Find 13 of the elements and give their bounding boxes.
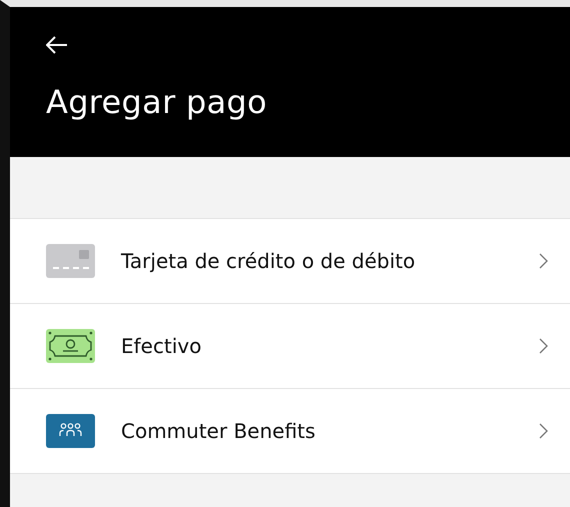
card-icon: [46, 244, 95, 278]
payment-method-label: Commuter Benefits: [121, 419, 316, 443]
payment-method-item[interactable]: Commuter Benefits: [10, 389, 570, 474]
page-title: Agregar pago: [46, 83, 268, 121]
chevron-icon: [539, 253, 548, 269]
chevron-icon: [539, 338, 548, 354]
payment-method-item[interactable]: Efectivo: [10, 304, 570, 389]
chevron-icon: [539, 423, 548, 439]
payment-method-label: Efectivo: [121, 334, 202, 358]
people-icon: [46, 414, 95, 448]
payment-method-item[interactable]: Tarjeta de crédito o de débito: [10, 219, 570, 304]
payment-method-label: Tarjeta de crédito o de débito: [121, 249, 416, 273]
banknote-icon: [46, 329, 95, 363]
